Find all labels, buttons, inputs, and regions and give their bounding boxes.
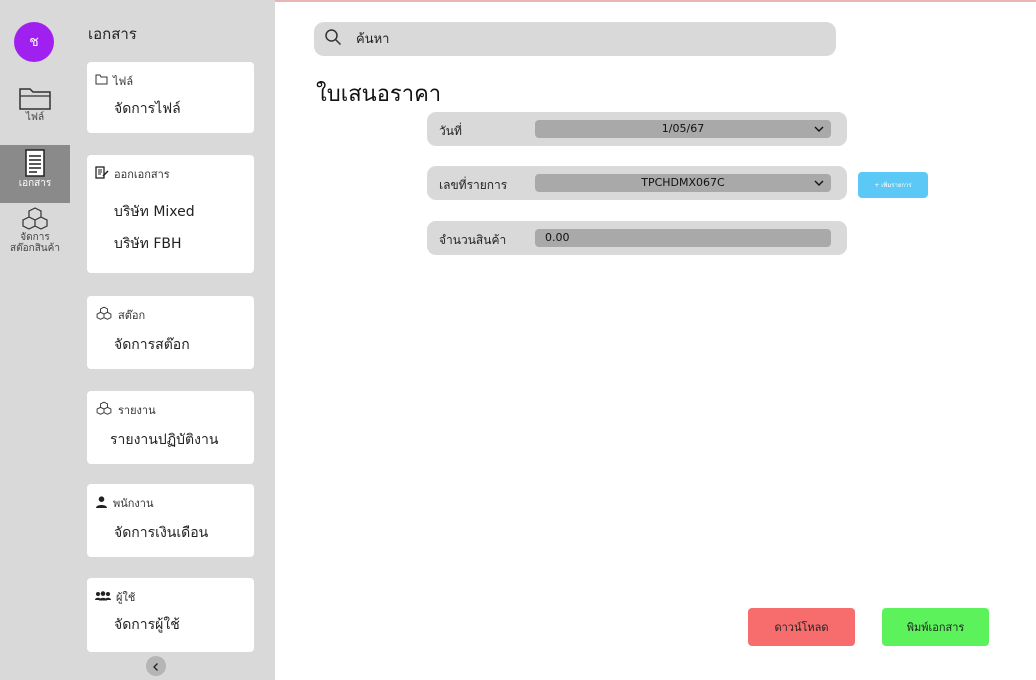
rail-item-label: สต๊อกสินค้า [10,243,60,254]
card-head: ผู้ใช้ [95,588,135,606]
folder-icon [95,74,108,88]
document-icon [23,148,47,178]
boxes-icon [95,401,113,419]
search-bar[interactable] [314,22,836,56]
card-head: ไฟล์ [95,72,133,90]
quantity-label: จำนวนสินค้า [439,233,507,247]
rail-item-stock[interactable]: จัดการ สต๊อกสินค้า [0,206,70,270]
quantity-input[interactable]: 0.00 [535,229,831,247]
icon-rail: ช ไฟล์ เอกสาร จัดการ สต๊อกสินค้า [0,0,70,680]
rail-item-label: เอกสาร [18,178,52,189]
menu-work-report[interactable]: รายงานปฏิบัติงาน [110,429,218,451]
card-head-label: สต๊อก [118,309,146,322]
boxes-icon [95,306,113,324]
card-files[interactable]: ไฟล์ จัดการไฟล์ [87,62,254,133]
person-icon [95,495,108,511]
avatar[interactable]: ช [14,22,54,62]
add-item-button[interactable]: + เพิ่มรายการ [858,172,928,198]
card-employees[interactable]: พนักงาน จัดการเงินเดือน [87,484,254,557]
card-head: พนักงาน [95,494,154,512]
search-input[interactable] [356,31,796,47]
edit-document-icon [95,166,109,182]
chevron-down-icon [813,174,825,198]
menu-company-fbh[interactable]: บริษัท FBH [114,233,182,255]
card-head-label: พนักงาน [113,497,154,510]
card-head: สต๊อก [95,306,145,324]
rail-item-documents[interactable]: เอกสาร [0,145,70,203]
card-head-label: รายงาน [118,404,156,417]
category-panel: เอกสาร ไฟล์ จัดการไฟล์ ออกเอกสาร บริษัท … [70,0,275,680]
item-number-value: TPCHDMX067C [641,176,725,189]
card-head-label: ผู้ใช้ [116,591,136,604]
card-stock[interactable]: สต๊อก จัดการสต๊อก [87,296,254,369]
page-title: ใบเสนอราคา [316,82,442,107]
card-reports[interactable]: รายงาน รายงานปฏิบัติงาน [87,391,254,464]
users-icon [95,590,111,604]
menu-manage-stock[interactable]: จัดการสต๊อก [114,334,190,356]
rail-item-files[interactable]: ไฟล์ [0,84,70,140]
card-head: ออกเอกสาร [95,165,170,183]
boxes-icon [20,206,50,232]
menu-manage-salary[interactable]: จัดการเงินเดือน [114,522,208,544]
chevron-down-icon [813,120,825,144]
folder-icon [17,84,53,112]
date-label: วันที่ [439,124,462,138]
card-users[interactable]: ผู้ใช้ จัดการผู้ใช้ [87,578,254,652]
item-number-field: เลขที่รายการ TPCHDMX067C [427,166,847,200]
chevron-left-icon [152,657,160,676]
collapse-panel-button[interactable] [146,656,166,676]
item-number-label: เลขที่รายการ [439,178,508,192]
rail-item-label: ไฟล์ [25,112,45,123]
menu-manage-files[interactable]: จัดการไฟล์ [114,98,181,120]
date-value: 1/05/67 [661,122,705,135]
item-number-select[interactable]: TPCHDMX067C [535,174,831,192]
menu-company-mixed[interactable]: บริษัท Mixed [114,201,195,223]
download-button[interactable]: ดาวน์โหลด [748,608,855,646]
date-select[interactable]: 1/05/67 [535,120,831,138]
print-document-button[interactable]: พิมพ์เอกสาร [882,608,989,646]
card-head-label: ออกเอกสาร [114,168,170,181]
date-field: วันที่ 1/05/67 [427,112,847,146]
search-icon [324,28,342,50]
card-head: รายงาน [95,401,156,419]
card-issue-documents[interactable]: ออกเอกสาร บริษัท Mixed บริษัท FBH [87,155,254,273]
card-head-label: ไฟล์ [113,75,134,88]
panel-title: เอกสาร [88,25,137,43]
quantity-field: จำนวนสินค้า 0.00 [427,221,847,255]
menu-manage-users[interactable]: จัดการผู้ใช้ [114,614,180,636]
rail-item-label: จัดการ [20,232,50,243]
